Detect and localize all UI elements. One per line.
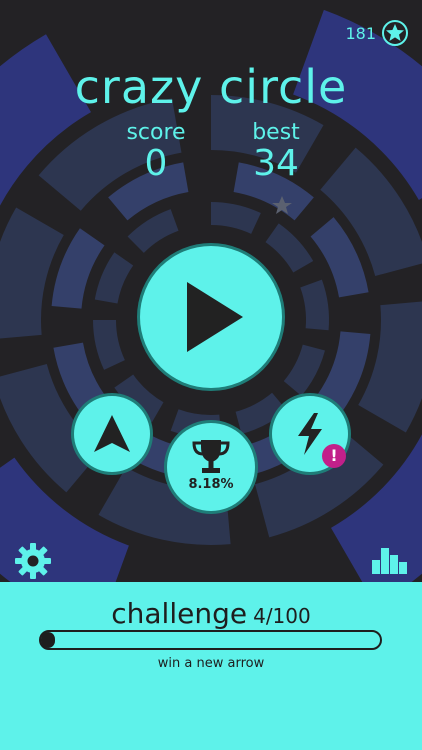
challenge-progress-fill	[41, 632, 55, 648]
challenge-header: challenge 4/100	[0, 597, 422, 630]
ring-segment	[265, 223, 314, 273]
best-label: best	[252, 120, 300, 145]
star-icon	[382, 20, 408, 46]
challenge-progress-bar	[39, 630, 382, 650]
ring-segment	[300, 279, 329, 331]
completion-percent: 8.18%	[188, 477, 234, 492]
ring-segment	[211, 202, 261, 234]
star-counter: 181	[345, 20, 408, 46]
bar-chart-icon[interactable]	[370, 544, 410, 576]
star-count: 181	[345, 23, 376, 43]
notification-badge: !	[322, 444, 346, 468]
ring-segment	[283, 344, 325, 396]
trophy-icon	[192, 440, 230, 473]
ring-segment	[0, 207, 64, 339]
arrow-icon	[94, 415, 130, 452]
arrow-select-button[interactable]	[74, 396, 150, 472]
score-value: 0	[144, 143, 168, 184]
game-title: crazy circle	[74, 60, 348, 114]
play-icon	[187, 282, 243, 352]
achievements-button[interactable]: 8.18%	[167, 423, 255, 511]
ring-segment	[358, 301, 422, 433]
gear-icon[interactable]	[13, 541, 53, 581]
ring-segment	[127, 209, 179, 253]
challenge-goal: win a new arrow	[157, 656, 265, 671]
challenge-label: challenge	[111, 597, 248, 630]
ring-segment	[94, 252, 134, 304]
score-label: score	[126, 120, 186, 145]
challenge-count: 4/100	[253, 604, 311, 628]
game-screen: 181 crazy circle score 0 best 34 8.18% !…	[0, 0, 422, 750]
best-value: 34	[253, 143, 299, 184]
play-button[interactable]	[140, 246, 282, 388]
ring-segment	[93, 320, 125, 370]
